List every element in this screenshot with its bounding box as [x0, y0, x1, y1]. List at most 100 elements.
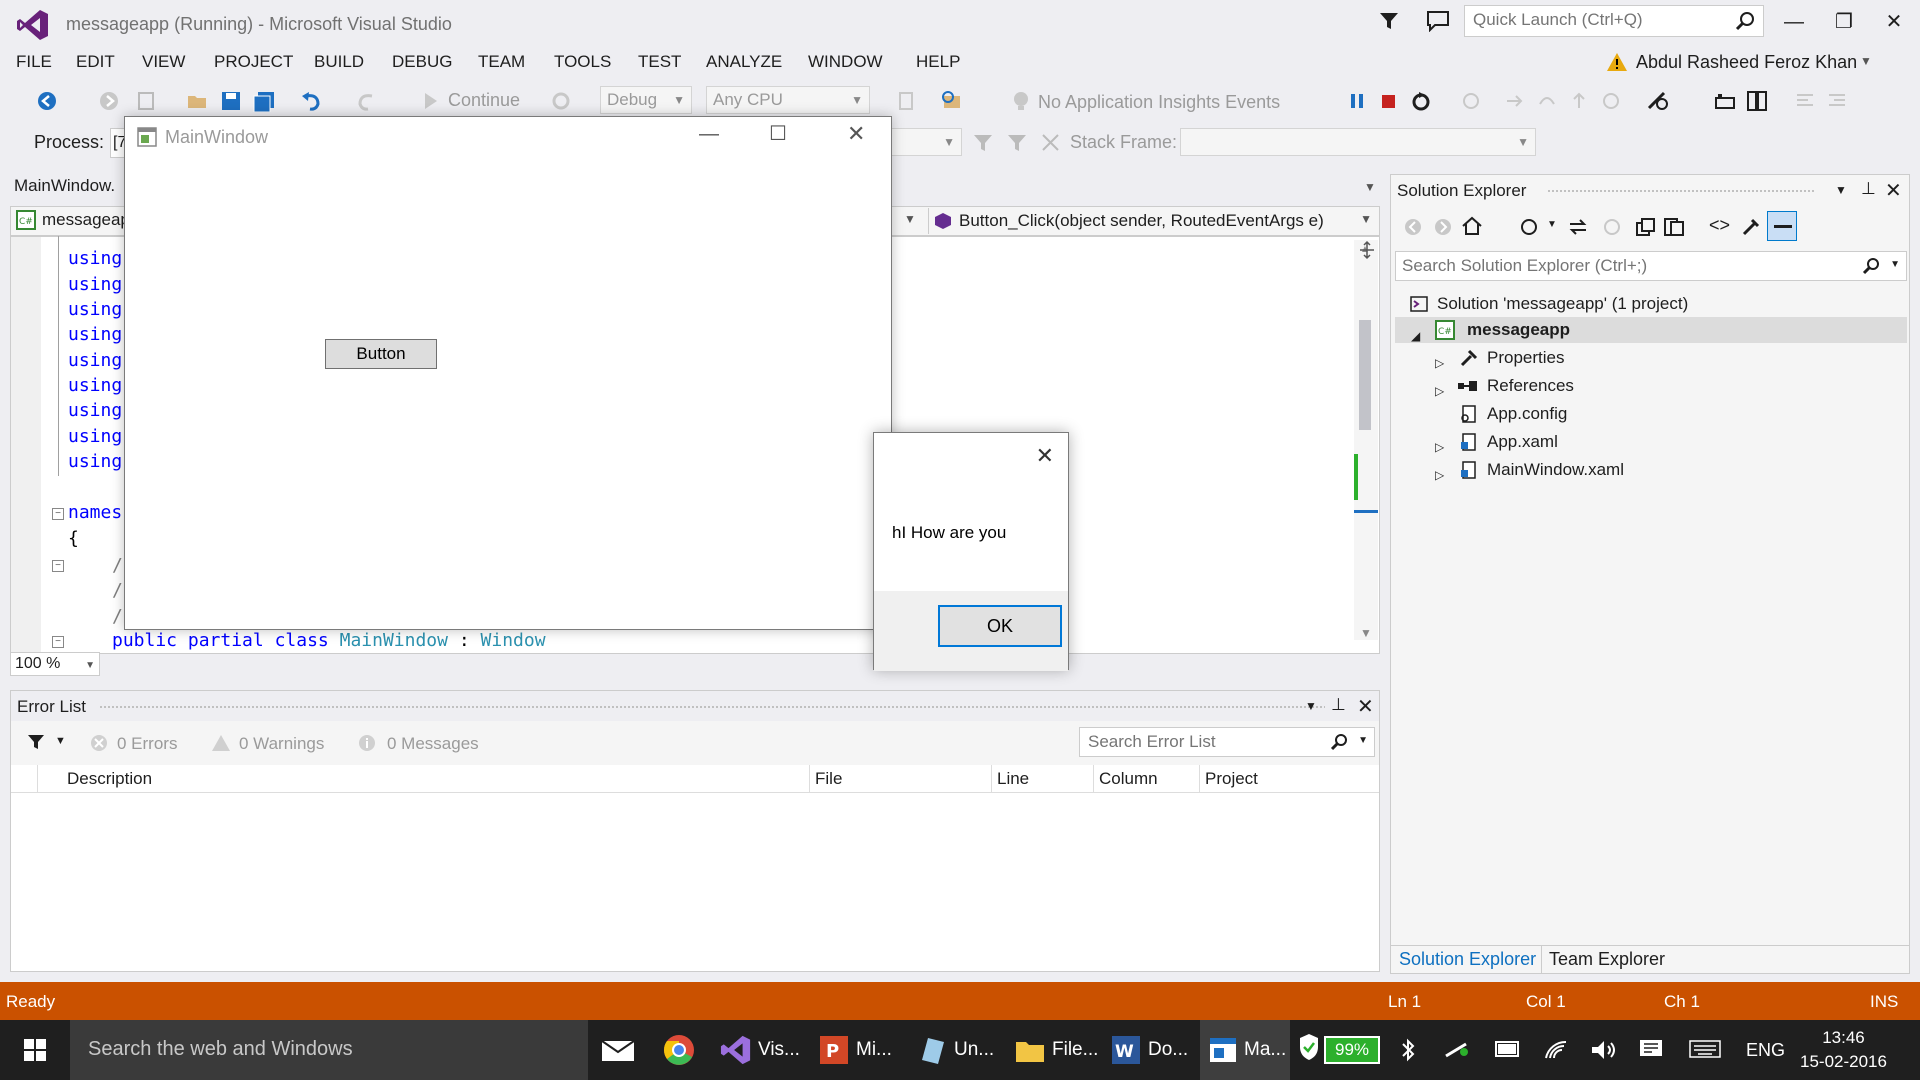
- column-divider[interactable]: [991, 765, 992, 793]
- pin-icon[interactable]: ⊥: [1861, 179, 1876, 199]
- find-in-files-icon[interactable]: [940, 90, 966, 112]
- tab-solution-explorer[interactable]: Solution Explorer: [1399, 949, 1536, 970]
- code-using-line[interactable]: using: [68, 375, 122, 396]
- continue-icon[interactable]: [422, 90, 440, 112]
- restore-button[interactable]: ❐: [1824, 6, 1864, 38]
- menu-build[interactable]: BUILD: [314, 52, 364, 72]
- taskbar-search-box[interactable]: Search the web and Windows: [70, 1020, 588, 1080]
- search-solution-explorer-input[interactable]: [1396, 252, 1846, 280]
- continue-button[interactable]: Continue: [448, 90, 520, 111]
- panel-menu-icon[interactable]: ▼: [1835, 183, 1847, 197]
- quick-launch-box[interactable]: [1464, 5, 1764, 37]
- quick-launch-input[interactable]: [1465, 6, 1715, 34]
- save-icon[interactable]: [220, 90, 242, 112]
- member-combo[interactable]: Button_Click(object sender, RoutedEventA…: [928, 208, 1378, 234]
- step-over-icon[interactable]: [1536, 90, 1558, 112]
- view-code-icon[interactable]: <>: [1709, 215, 1730, 236]
- main-window-titlebar[interactable]: MainWindow — ☐ ✕: [125, 117, 891, 157]
- collapsed-arrow-icon[interactable]: ▷: [1435, 462, 1444, 488]
- errors-count[interactable]: 0 Errors: [117, 734, 177, 754]
- chevron-down-icon[interactable]: ▼: [1890, 259, 1900, 270]
- code-brace[interactable]: {: [68, 528, 79, 549]
- search-icon[interactable]: [1330, 733, 1348, 751]
- back-icon[interactable]: [1403, 217, 1423, 237]
- stop-debugging-icon[interactable]: [1380, 90, 1398, 112]
- close-button[interactable]: ✕: [1874, 6, 1914, 38]
- menu-tools[interactable]: TOOLS: [554, 52, 611, 72]
- menu-project[interactable]: PROJECT: [214, 52, 293, 72]
- code-using-line[interactable]: using: [68, 400, 122, 421]
- menu-edit[interactable]: EDIT: [76, 52, 115, 72]
- menu-view[interactable]: VIEW: [142, 52, 185, 72]
- menu-help[interactable]: HELP: [916, 52, 960, 72]
- action-center-icon[interactable]: [1638, 1038, 1664, 1062]
- collapse-all-icon[interactable]: [1635, 217, 1657, 237]
- shield-icon[interactable]: [1298, 1032, 1320, 1062]
- column-divider[interactable]: [1093, 765, 1094, 793]
- collapsed-arrow-icon[interactable]: ▷: [1435, 350, 1444, 376]
- search-error-list-input[interactable]: [1080, 728, 1320, 756]
- panel-grip[interactable]: [99, 705, 1325, 709]
- type-combo-dropdown-icon[interactable]: ▼: [904, 212, 916, 226]
- code-comment-line[interactable]: /: [112, 555, 123, 576]
- column-project[interactable]: Project: [1205, 769, 1258, 789]
- menu-debug[interactable]: DEBUG: [392, 52, 452, 72]
- align-left-icon[interactable]: [1794, 90, 1816, 112]
- collapse-comment-icon[interactable]: −: [52, 560, 64, 572]
- taskbar-file-explorer[interactable]: File...: [1014, 1020, 1110, 1080]
- panel-menu-icon[interactable]: ▼: [1305, 699, 1317, 713]
- warnings-count[interactable]: 0 Warnings: [239, 734, 324, 754]
- redo-icon[interactable]: [354, 90, 378, 112]
- code-using-line[interactable]: using: [68, 350, 122, 371]
- collapsed-arrow-icon[interactable]: ▷: [1435, 378, 1444, 404]
- scroll-thumb[interactable]: [1359, 320, 1371, 430]
- step-out-icon[interactable]: [1568, 90, 1590, 112]
- collapse-class-icon[interactable]: −: [52, 636, 64, 648]
- chevron-down-icon[interactable]: ▼: [1547, 219, 1557, 230]
- user-name[interactable]: Abdul Rasheed Feroz Khan: [1636, 52, 1857, 73]
- tab-overflow-icon[interactable]: ▼: [1364, 180, 1376, 194]
- close-panel-icon[interactable]: ✕: [1885, 178, 1902, 203]
- taskbar-mail-icon[interactable]: [600, 1020, 642, 1080]
- search-icon[interactable]: [1735, 11, 1755, 31]
- split-editor-icon[interactable]: [1358, 240, 1376, 260]
- taskbar-chrome-icon[interactable]: [662, 1020, 704, 1080]
- close-icon[interactable]: ✕: [1036, 443, 1054, 469]
- messages-count[interactable]: 0 Messages: [387, 734, 479, 754]
- thread-combo[interactable]: ▼: [890, 128, 962, 156]
- attach-icon[interactable]: [896, 90, 918, 112]
- battery-indicator[interactable]: 99%: [1324, 1036, 1380, 1064]
- minimize-button[interactable]: —: [699, 123, 719, 146]
- taskbar-visual-studio[interactable]: Vis...: [720, 1020, 810, 1080]
- errors-icon[interactable]: [89, 733, 109, 753]
- menu-analyze[interactable]: ANALYZE: [706, 52, 782, 72]
- code-using-line[interactable]: using: [68, 274, 122, 295]
- menu-team[interactable]: TEAM: [478, 52, 525, 72]
- align-right-icon[interactable]: [1826, 90, 1848, 112]
- application-insights-icon[interactable]: [1010, 90, 1032, 112]
- save-all-icon[interactable]: [252, 90, 276, 112]
- ok-button[interactable]: OK: [938, 605, 1062, 647]
- open-file-icon[interactable]: [186, 90, 210, 112]
- column-divider[interactable]: [809, 765, 810, 793]
- exception-settings-icon[interactable]: [1646, 90, 1672, 112]
- scroll-down-icon[interactable]: ▼: [1360, 626, 1372, 640]
- wifi-icon[interactable]: [1544, 1038, 1570, 1062]
- power-icon[interactable]: [1494, 1038, 1522, 1060]
- flag-threads-icon[interactable]: [1006, 132, 1028, 154]
- volume-icon[interactable]: [1590, 1038, 1618, 1062]
- show-all-files-icon[interactable]: [1663, 217, 1685, 237]
- platform-combo[interactable]: Any CPU ▼: [706, 86, 870, 114]
- warnings-icon[interactable]: [211, 733, 231, 753]
- code-using-line[interactable]: using: [68, 248, 122, 269]
- keyboard-icon[interactable]: [1688, 1038, 1722, 1060]
- code-using-line[interactable]: using: [68, 451, 122, 472]
- refresh-icon[interactable]: [1601, 217, 1623, 237]
- menu-window[interactable]: WINDOW: [808, 52, 883, 72]
- restart-debugging-icon[interactable]: [1410, 90, 1432, 112]
- tab-mainwindow-xaml-cs[interactable]: MainWindow.: [14, 176, 115, 196]
- break-all-icon[interactable]: [1348, 90, 1366, 112]
- clock[interactable]: 13:46 15-02-2016: [1800, 1026, 1887, 1074]
- new-project-icon[interactable]: [136, 90, 158, 112]
- bluetooth-icon[interactable]: [1400, 1038, 1416, 1062]
